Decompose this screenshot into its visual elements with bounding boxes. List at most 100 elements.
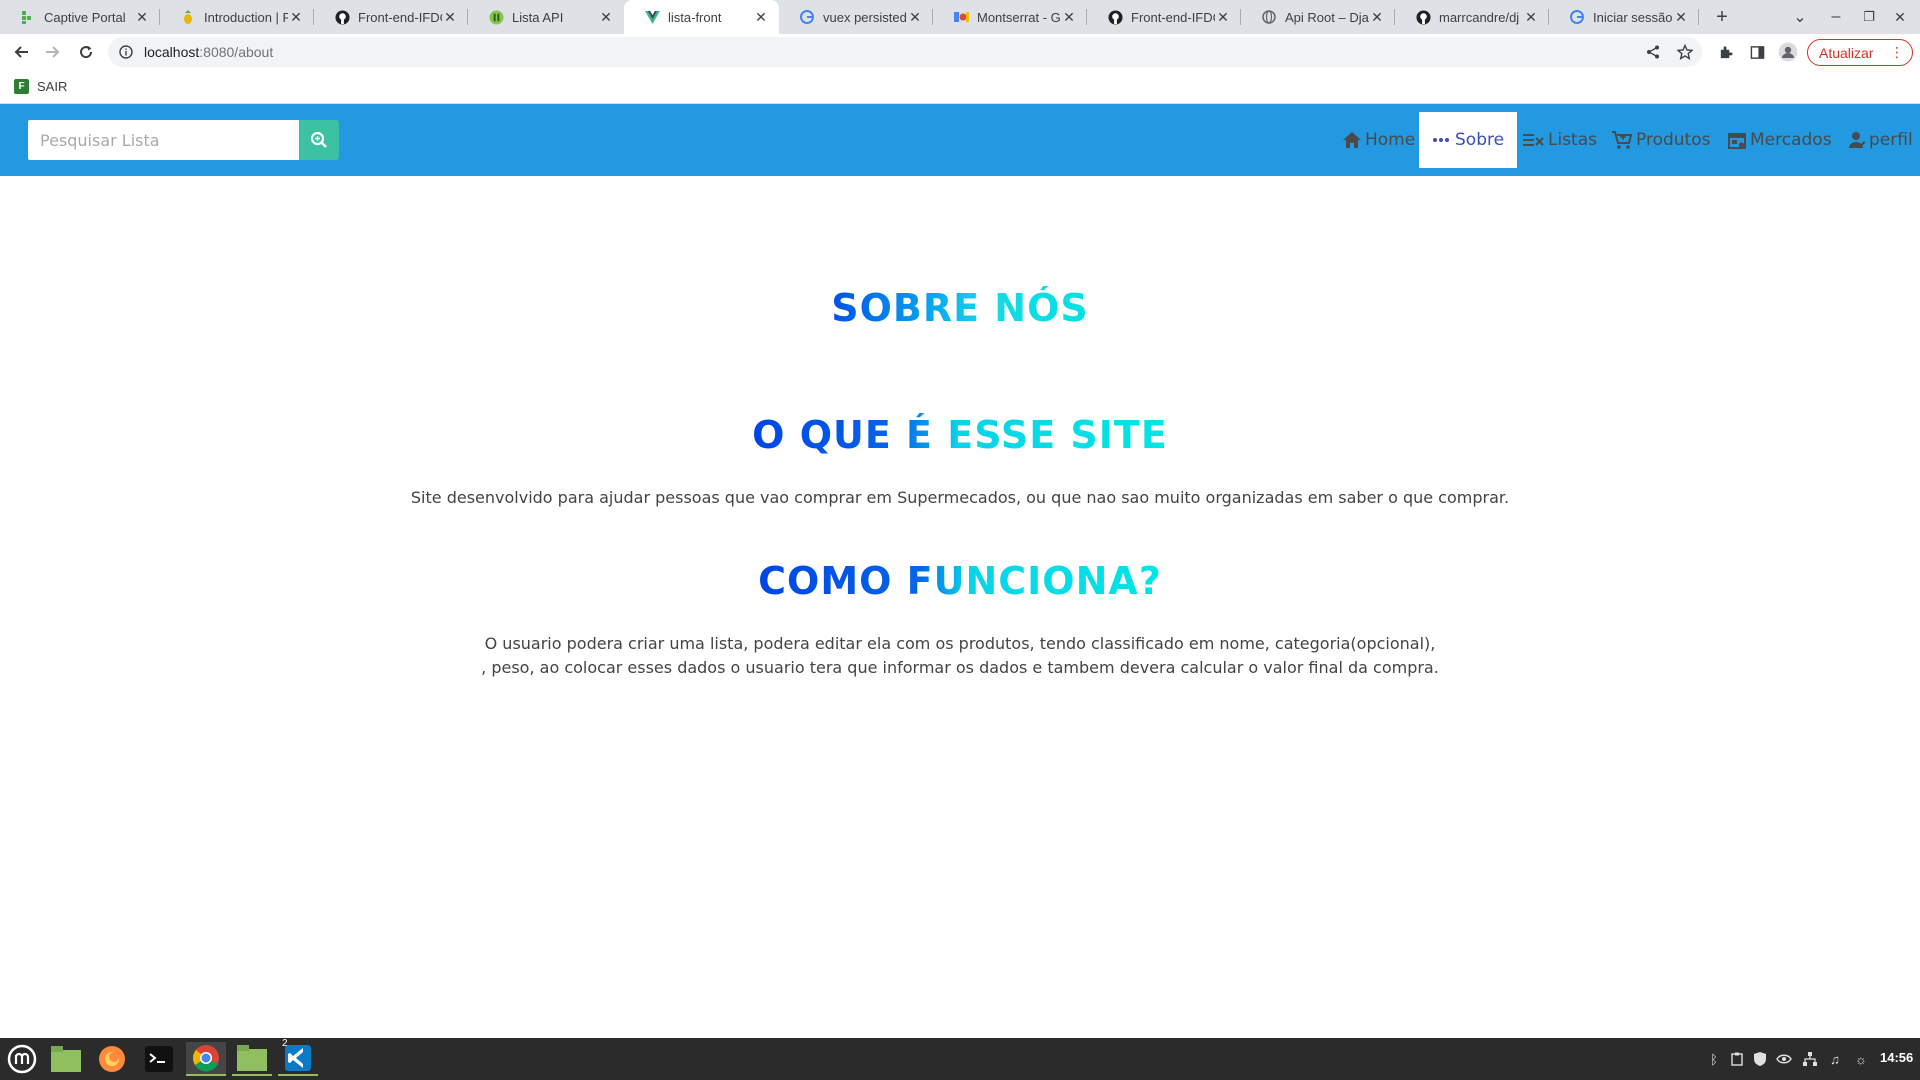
- nav-home[interactable]: Home: [1342, 112, 1415, 168]
- bookmark-favicon-icon: F: [14, 79, 29, 94]
- browser-tab-active[interactable]: lista-front ✕: [624, 0, 779, 34]
- brightness-icon[interactable]: ☼: [1852, 1050, 1870, 1068]
- nvidia-icon[interactable]: [1775, 1050, 1793, 1068]
- browser-tab[interactable]: Introduction | F ✕: [160, 0, 314, 34]
- close-icon[interactable]: ✕: [1523, 9, 1539, 25]
- restore-button[interactable]: ❐: [1855, 0, 1883, 34]
- google-icon: [1569, 9, 1585, 25]
- nav-produtos[interactable]: Produtos: [1611, 112, 1710, 168]
- dots-icon: [1433, 138, 1449, 142]
- site-navbar: Home Sobre Listas Produtos Mercados perf…: [0, 104, 1920, 176]
- nav-listas[interactable]: Listas: [1523, 112, 1597, 168]
- reload-button[interactable]: [72, 38, 100, 66]
- firefox-launcher[interactable]: [92, 1042, 132, 1076]
- browser-tab[interactable]: Montserrat - Go ✕: [933, 0, 1087, 34]
- browser-tab[interactable]: Front-end-IFDC ✕: [314, 0, 468, 34]
- close-icon[interactable]: ✕: [442, 9, 458, 25]
- browser-tab[interactable]: Iniciar sessão – ✕: [1549, 0, 1699, 34]
- search-button[interactable]: [299, 120, 339, 160]
- bookmark-star-icon[interactable]: [1675, 42, 1695, 62]
- browser-tab[interactable]: Lista API ✕: [468, 0, 624, 34]
- clipboard-icon[interactable]: [1728, 1050, 1746, 1068]
- section-heading-how-text: COMO FUNCIONA?: [758, 559, 1162, 603]
- user-icon: [1849, 132, 1866, 148]
- tab-search-chevron-icon[interactable]: ⌄: [1786, 0, 1814, 34]
- nav-perfil-label: perfil: [1869, 130, 1913, 150]
- google-icon: [799, 9, 815, 25]
- bluetooth-icon[interactable]: ᛒ: [1705, 1050, 1723, 1068]
- clock[interactable]: 14:56: [1880, 1050, 1913, 1065]
- terminal-launcher[interactable]: [139, 1042, 179, 1076]
- bookmark-item-sair[interactable]: F SAIR: [14, 79, 67, 94]
- close-icon[interactable]: ✕: [753, 9, 769, 25]
- close-icon[interactable]: ✕: [288, 9, 304, 25]
- close-icon[interactable]: ✕: [1061, 9, 1077, 25]
- side-panel-icon[interactable]: [1747, 42, 1767, 62]
- mint-logo-icon: [7, 1044, 37, 1074]
- new-tab-button[interactable]: +: [1708, 0, 1736, 34]
- close-icon[interactable]: ✕: [1369, 9, 1385, 25]
- kebab-menu-icon[interactable]: ⋮: [1890, 44, 1904, 61]
- window-count-badge: 2: [282, 1038, 288, 1049]
- update-button[interactable]: Atualizar ⋮: [1807, 39, 1913, 66]
- section-text-how-line1: O usuario podera criar uma lista, podera…: [484, 634, 1436, 653]
- github-icon: [334, 9, 350, 25]
- tab-title: Iniciar sessão –: [1593, 9, 1673, 25]
- close-icon[interactable]: ✕: [134, 9, 150, 25]
- info-icon[interactable]: [118, 44, 134, 60]
- arrow-right-icon: [46, 46, 60, 58]
- window-close-button[interactable]: ✕: [1886, 0, 1914, 34]
- page-title-text: SOBRE NÓS: [831, 286, 1089, 330]
- tab-title: lista-front: [668, 9, 722, 25]
- browser-tab[interactable]: Captive Portal ✕: [0, 0, 160, 34]
- start-menu-button[interactable]: [2, 1042, 42, 1076]
- chrome-icon: [192, 1045, 219, 1072]
- firefox-icon: [99, 1046, 125, 1072]
- minimize-button[interactable]: –: [1822, 0, 1850, 34]
- tab-title: vuex persisted: [823, 9, 907, 25]
- music-note-icon[interactable]: ♫: [1826, 1050, 1844, 1068]
- tab-separator: [1698, 9, 1699, 25]
- folder-icon: [51, 1046, 81, 1072]
- home-icon: [1343, 132, 1361, 148]
- search-icon: [310, 131, 327, 148]
- section-text-what: Site desenvolvido para ajudar pessoas qu…: [410, 488, 1510, 507]
- tab-title: Api Root – Djan: [1285, 9, 1369, 25]
- drf-icon: [488, 9, 504, 25]
- tab-title: Front-end-IFDC: [1131, 9, 1215, 25]
- share-icon[interactable]: [1643, 42, 1663, 62]
- back-button[interactable]: [7, 38, 35, 66]
- folder-icon: [237, 1045, 267, 1071]
- browser-tab[interactable]: Api Root – Djan ✕: [1241, 0, 1395, 34]
- nav-mercados[interactable]: Mercados: [1727, 112, 1832, 168]
- github-icon: [1107, 9, 1123, 25]
- files-launcher[interactable]: [46, 1042, 86, 1076]
- search-input[interactable]: [28, 120, 299, 160]
- bookmark-label: SAIR: [37, 79, 68, 94]
- about-page: SOBRE NÓS O QUE É ESSE SITE Site desenvo…: [0, 176, 1920, 1038]
- browser-tab[interactable]: marrcandre/dj ✕: [1395, 0, 1549, 34]
- chrome-launcher[interactable]: [186, 1042, 226, 1076]
- close-icon[interactable]: ✕: [907, 9, 923, 25]
- close-icon[interactable]: ✕: [1673, 9, 1689, 25]
- nav-sobre[interactable]: Sobre: [1419, 112, 1518, 168]
- close-icon[interactable]: ✕: [598, 9, 614, 25]
- tab-title: Introduction | F: [204, 9, 288, 25]
- network-icon[interactable]: [1801, 1050, 1819, 1068]
- profile-avatar[interactable]: [1778, 42, 1798, 62]
- page-title: SOBRE NÓS: [0, 286, 1920, 330]
- extensions-icon[interactable]: [1715, 42, 1735, 62]
- close-icon[interactable]: ✕: [1215, 9, 1231, 25]
- vscode-launcher[interactable]: 2: [278, 1038, 318, 1076]
- globe-icon: [1261, 9, 1277, 25]
- browser-tab[interactable]: vuex persisted ✕: [779, 0, 933, 34]
- reload-icon: [80, 46, 93, 59]
- browser-tab[interactable]: Front-end-IFDC ✕: [1087, 0, 1241, 34]
- shield-icon[interactable]: [1751, 1050, 1769, 1068]
- tab-title: Front-end-IFDC: [358, 9, 442, 25]
- nav-perfil[interactable]: perfil: [1848, 112, 1913, 168]
- address-bar[interactable]: localhost:8080/about: [108, 37, 1702, 67]
- terminal-icon: [145, 1046, 173, 1072]
- forward-button[interactable]: [39, 38, 67, 66]
- files-launcher-2[interactable]: [232, 1042, 272, 1076]
